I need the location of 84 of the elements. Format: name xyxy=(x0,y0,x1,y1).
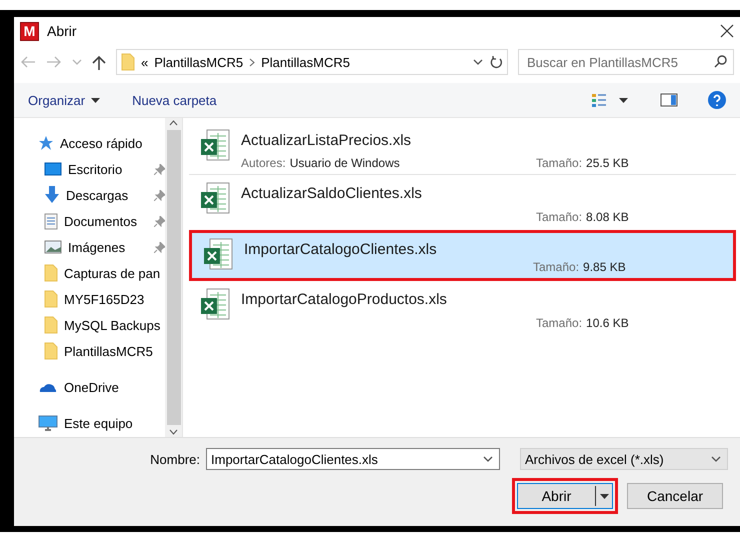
file-name: ImportarCatalogoClientes.xls xyxy=(244,241,438,258)
refresh-icon[interactable] xyxy=(489,55,503,69)
folder-icon xyxy=(44,290,58,308)
chevron-down-icon xyxy=(483,456,493,462)
view-list-icon[interactable] xyxy=(591,93,607,107)
toolbar-button[interactable]: Organizar xyxy=(28,92,100,108)
filename-field[interactable]: ImportarCatalogoClientes.xls xyxy=(206,448,500,470)
sidebar-item-label: Capturas de pan xyxy=(64,266,162,280)
meta-value: 25.5 KB xyxy=(586,156,629,170)
file-item[interactable]: ImportarCatalogoClientes.xls Tamaño: 9.85 KB xyxy=(189,230,736,281)
help-icon[interactable] xyxy=(708,91,726,109)
meta-label: Tamaño: xyxy=(536,316,582,330)
desktop-icon xyxy=(44,162,62,176)
sidebar-item-label: OneDrive xyxy=(64,380,120,394)
sidebar-item[interactable]: Capturas de pan xyxy=(14,260,165,286)
sidebar-item[interactable]: Escritorio xyxy=(14,156,165,182)
file-name: ActualizarSaldoClientes.xls xyxy=(241,185,423,202)
breadcrumb-item[interactable]: PlantillasMCR5 xyxy=(154,54,244,70)
scroll-up-icon xyxy=(169,120,178,126)
window-title: Abrir xyxy=(47,23,78,39)
field-label: Nombre: xyxy=(150,452,200,466)
breadcrumb-item[interactable]: PlantillasMCR5 xyxy=(261,54,350,70)
sidebar-item-label: PlantillasMCR5 xyxy=(64,344,154,358)
sidebar-item[interactable]: MySQL Backups xyxy=(14,312,165,338)
download-arrow-icon xyxy=(44,186,60,204)
sidebar-item-label: Documentos xyxy=(64,214,138,228)
meta-value: Usuario de Windows xyxy=(290,156,400,170)
sidebar-item[interactable]: MY5F165D23 xyxy=(14,286,165,312)
toolbar-button[interactable]: Nueva carpeta xyxy=(132,92,217,108)
picture-icon xyxy=(44,240,62,254)
caret-icon xyxy=(619,98,628,102)
meta-label: Tamaño: xyxy=(533,260,580,274)
file-item[interactable]: ImportarCatalogoProductos.xls Tamaño: 10.6 KB xyxy=(189,283,736,334)
sidebar-item[interactable]: Acceso rápido xyxy=(14,130,165,156)
meta-value: 8.08 KB xyxy=(586,210,629,224)
search-field[interactable]: Buscar en PlantillasMCR5 xyxy=(518,49,734,75)
file-item[interactable]: ActualizarListaPrecios.xls Autores: Usuario de Windows Tamaño: 25.5 KB xyxy=(189,124,736,175)
folder-icon xyxy=(44,316,58,334)
star-icon xyxy=(38,135,54,151)
close-icon[interactable] xyxy=(720,24,734,38)
chevron-down-icon xyxy=(711,456,721,462)
folder-icon xyxy=(121,53,135,71)
meta-label: Tamaño: xyxy=(536,210,582,224)
cancel-button[interactable]: Cancelar xyxy=(627,483,723,509)
scrollbar[interactable] xyxy=(165,118,182,437)
scrollbar-thumb[interactable] xyxy=(166,130,180,425)
sidebar-item[interactable]: Descargas xyxy=(14,182,165,208)
app-logo: M xyxy=(20,22,39,40)
sidebar-item-label: Acceso rápido xyxy=(60,136,144,150)
sidebar-item-label: Escritorio xyxy=(68,162,124,176)
address-bar[interactable]: « PlantillasMCR5 PlantillasMCR5 xyxy=(116,49,508,75)
open-button[interactable]: Abrir xyxy=(517,483,613,509)
scroll-down-icon xyxy=(169,429,178,435)
meta-value: 9.85 KB xyxy=(583,260,626,274)
chevron-down-icon xyxy=(473,59,483,65)
meta-label: Autores: xyxy=(241,156,286,170)
up-arrow-icon[interactable] xyxy=(92,54,106,70)
sidebar-item[interactable]: Este equipo xyxy=(14,410,165,436)
file-name: ImportarCatalogoProductos.xls xyxy=(241,291,448,308)
sidebar-item-label: Este equipo xyxy=(64,416,134,430)
cloud-icon xyxy=(38,381,58,393)
folder-icon xyxy=(44,342,58,360)
sidebar-item[interactable]: Imágenes xyxy=(14,234,165,260)
sidebar-item[interactable]: OneDrive xyxy=(14,374,165,400)
recent-dropdown-icon xyxy=(72,59,82,65)
sidebar-item-label: Descargas xyxy=(66,188,130,202)
address-overflow: « xyxy=(141,54,148,70)
sidebar-item-label: MySQL Backups xyxy=(64,318,162,332)
document-icon xyxy=(44,212,58,230)
file-item[interactable]: ActualizarSaldoClientes.xls Tamaño: 8.08 KB xyxy=(189,177,736,228)
file-name: ActualizarListaPrecios.xls xyxy=(241,132,412,149)
sidebar-item-label: Imágenes xyxy=(68,240,126,254)
computer-icon xyxy=(38,414,58,432)
dropdown-caret-icon xyxy=(600,494,608,498)
meta-label: Tamaño: xyxy=(536,156,582,170)
chevron-right-icon xyxy=(249,58,256,66)
filetype-dropdown[interactable]: Archivos de excel (*.xls) xyxy=(520,448,728,470)
folder-icon xyxy=(44,264,58,282)
sidebar-item-label: MY5F165D23 xyxy=(64,292,146,306)
meta-value: 10.6 KB xyxy=(586,316,629,330)
search-icon xyxy=(714,55,727,68)
preview-pane-icon[interactable] xyxy=(660,93,678,107)
sidebar-item[interactable]: Documentos xyxy=(14,208,165,234)
sidebar-item[interactable]: PlantillasMCR5 xyxy=(14,338,165,364)
